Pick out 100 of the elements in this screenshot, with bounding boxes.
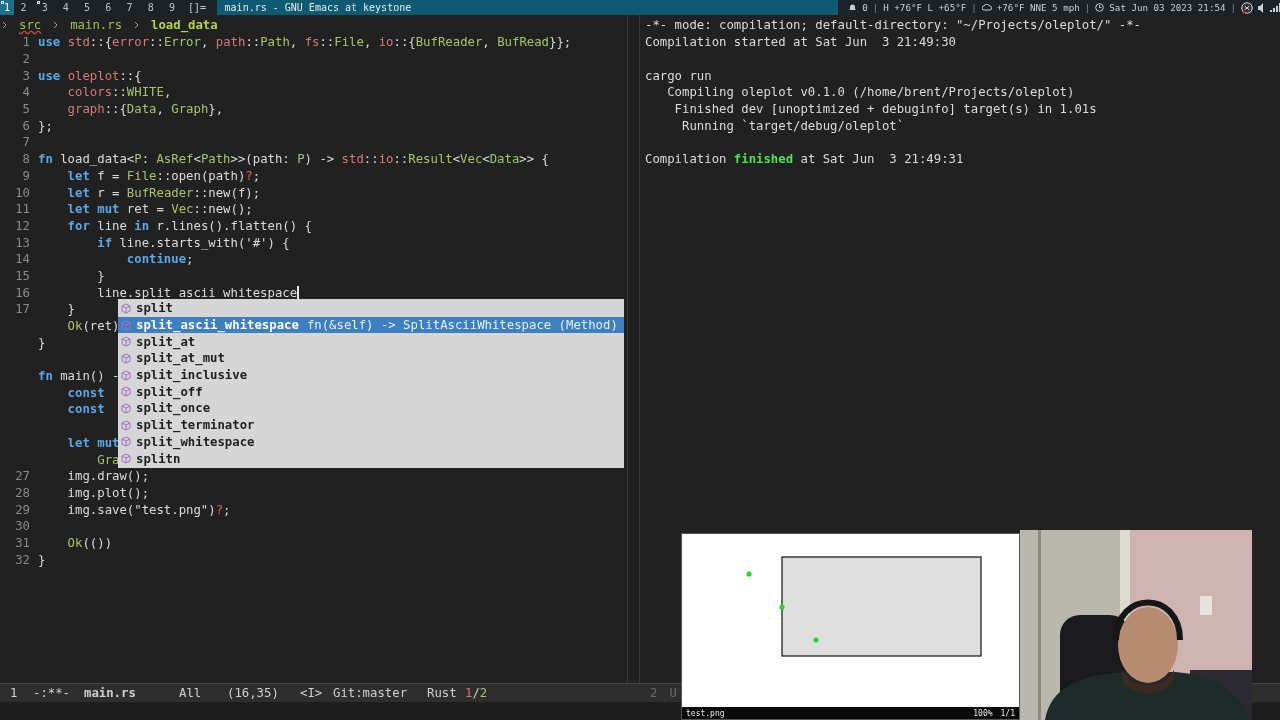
output-line: Compiling oleplot v0.1.0 (/home/brent/Projects/oleplot) [666, 85, 1075, 100]
code-line: let mut ret = Vec::new(); [66, 202, 253, 217]
code-line: const [66, 385, 105, 400]
cube-icon [121, 336, 131, 348]
workspace-tab[interactable]: 3 [35, 0, 57, 15]
line-number: 5 [21, 102, 31, 117]
chevron-icon [53, 20, 59, 29]
breadcrumb-item[interactable]: src [19, 17, 42, 32]
completion-item[interactable]: split_at_mut [118, 350, 624, 367]
workspace-tab[interactable]: 4 [56, 0, 79, 15]
line-number: 6 [21, 118, 31, 133]
mode-line-text: <I> [300, 686, 324, 700]
code-line: line.split_ascii_whitespace [96, 285, 298, 300]
workspace-tab[interactable]: 5 [78, 0, 100, 15]
file-name: test.png [686, 708, 725, 718]
completion-item[interactable]: splitn [118, 450, 624, 467]
cube-icon [121, 419, 131, 431]
code-line: use oleplot::{ [38, 68, 142, 83]
line-number: 31 [14, 535, 31, 550]
completion-item[interactable]: split_terminator [118, 416, 624, 434]
code-line: let r = BufReader::new(f); [66, 185, 261, 200]
line-number: 4 [21, 85, 31, 100]
separator: | [1084, 2, 1091, 13]
code-line: graph::{Data, Graph}, [66, 102, 224, 117]
separator: | [1230, 2, 1237, 13]
line-number: 9 [21, 168, 31, 183]
breadcrumb-item[interactable]: main.rs [70, 17, 123, 32]
code-line: let f = File::open(path)?; [66, 168, 261, 183]
line-number: 1 [21, 35, 31, 50]
mode-line-text: 1 [10, 686, 19, 700]
line-number: 13 [14, 235, 31, 250]
line-number: 29 [14, 502, 31, 517]
speaker-icon [1258, 2, 1266, 13]
completion-item[interactable]: split [118, 300, 624, 317]
code-line: for line in r.lines().flatten() { [66, 218, 312, 233]
code-line: let mut [66, 435, 120, 450]
line-number: 28 [14, 485, 31, 500]
mode-line-text: (16,35) [227, 686, 280, 700]
page-counter: 1/1 [1000, 708, 1015, 718]
workspace-tab[interactable]: 2 [14, 0, 36, 15]
output-line: Compilation finished at Sat Jun 3 21:49:31 [645, 152, 964, 167]
code-line: continue; [125, 252, 194, 267]
status-text: H +76°F L +65°F [883, 2, 967, 13]
code-line: fn main() - [38, 369, 120, 384]
output-line: Compilation started at Sat Jun 3 21:49:30 [645, 35, 956, 50]
output-line: -*- mode: compilation; default-directory: "~/Projects/oleplot/" -*- [645, 17, 1142, 32]
cube-icon [121, 319, 131, 331]
completion-item[interactable]: split_whitespace [118, 433, 624, 451]
breadcrumb-item[interactable]: load_data [151, 17, 218, 32]
workspace-tab[interactable]: 6 [99, 0, 121, 15]
code-line: colors::WHITE, [66, 85, 172, 100]
signal-icon [1270, 3, 1280, 12]
code-line: } [66, 302, 76, 317]
cube-icon [121, 369, 131, 381]
chevron-icon [2, 20, 7, 29]
workspace-tab[interactable]: 1 [0, 0, 15, 15]
completion-item[interactable]: split_at [118, 333, 624, 351]
code-line: fn load_data<P: AsRef<Path>>(path: P) -> std::io::Result<Vec<Data>> { [38, 152, 549, 167]
mode-line-text: Rust [427, 686, 458, 700]
workspace-tab[interactable]: 9 [162, 0, 185, 15]
workspace-tab[interactable]: 7 [120, 0, 142, 15]
code-line: }; [38, 118, 53, 133]
status-text: 0 [862, 2, 868, 13]
mode-line-text: Git:master [333, 686, 409, 700]
code-line: } [38, 552, 46, 567]
mode-line-text: 2 [650, 686, 658, 700]
code-line: Ok(ret) [66, 319, 120, 334]
cube-icon [121, 436, 131, 448]
completion-item[interactable]: split_inclusive [118, 366, 624, 384]
code-line: Ok(()) [66, 535, 113, 550]
line-number: 12 [14, 218, 31, 233]
completion-item[interactable]: split_ascii_whitespace fn(&self) -> SplitAsciiWhitespace (Method) [118, 316, 624, 334]
line-number: 14 [14, 252, 31, 267]
line-number: 7 [21, 135, 31, 150]
zoom-level: 100% [973, 708, 993, 718]
output-line: Running `target/debug/oleplot` [681, 118, 905, 133]
code-line: } [96, 268, 105, 283]
mode-line-text: U [669, 686, 677, 700]
cube-icon [121, 386, 131, 398]
mode-line-text: -:**- [33, 686, 72, 700]
code-line: use std::{error::Error, path::Path, fs::File, io::{BufReader, BufRead}}; [38, 35, 572, 50]
code-line: img.plot(); [66, 485, 150, 500]
code-line: if line.starts_with('#') { [96, 235, 290, 250]
output-line: cargo run [645, 68, 712, 83]
mode-line-text: main.rs [84, 686, 137, 700]
separator: | [971, 2, 977, 13]
output-line: Finished dev [unoptimized + debuginfo] target(s) in 1.01s [673, 102, 1097, 117]
cloud-icon [981, 4, 992, 11]
line-number: 11 [14, 202, 31, 217]
line-number: 27 [14, 469, 31, 484]
mode-line-text: All [179, 686, 203, 700]
code-line: Gra [96, 452, 120, 467]
completion-item[interactable]: split_off [118, 383, 624, 401]
cube-icon [121, 402, 131, 414]
code-line: img.save("test.png")?; [66, 502, 231, 517]
completion-item[interactable]: split_once [118, 400, 624, 417]
code-line: } [38, 335, 46, 350]
line-number: 17 [14, 302, 31, 317]
cube-icon [121, 453, 131, 465]
workspace-tab[interactable]: 8 [141, 0, 163, 15]
